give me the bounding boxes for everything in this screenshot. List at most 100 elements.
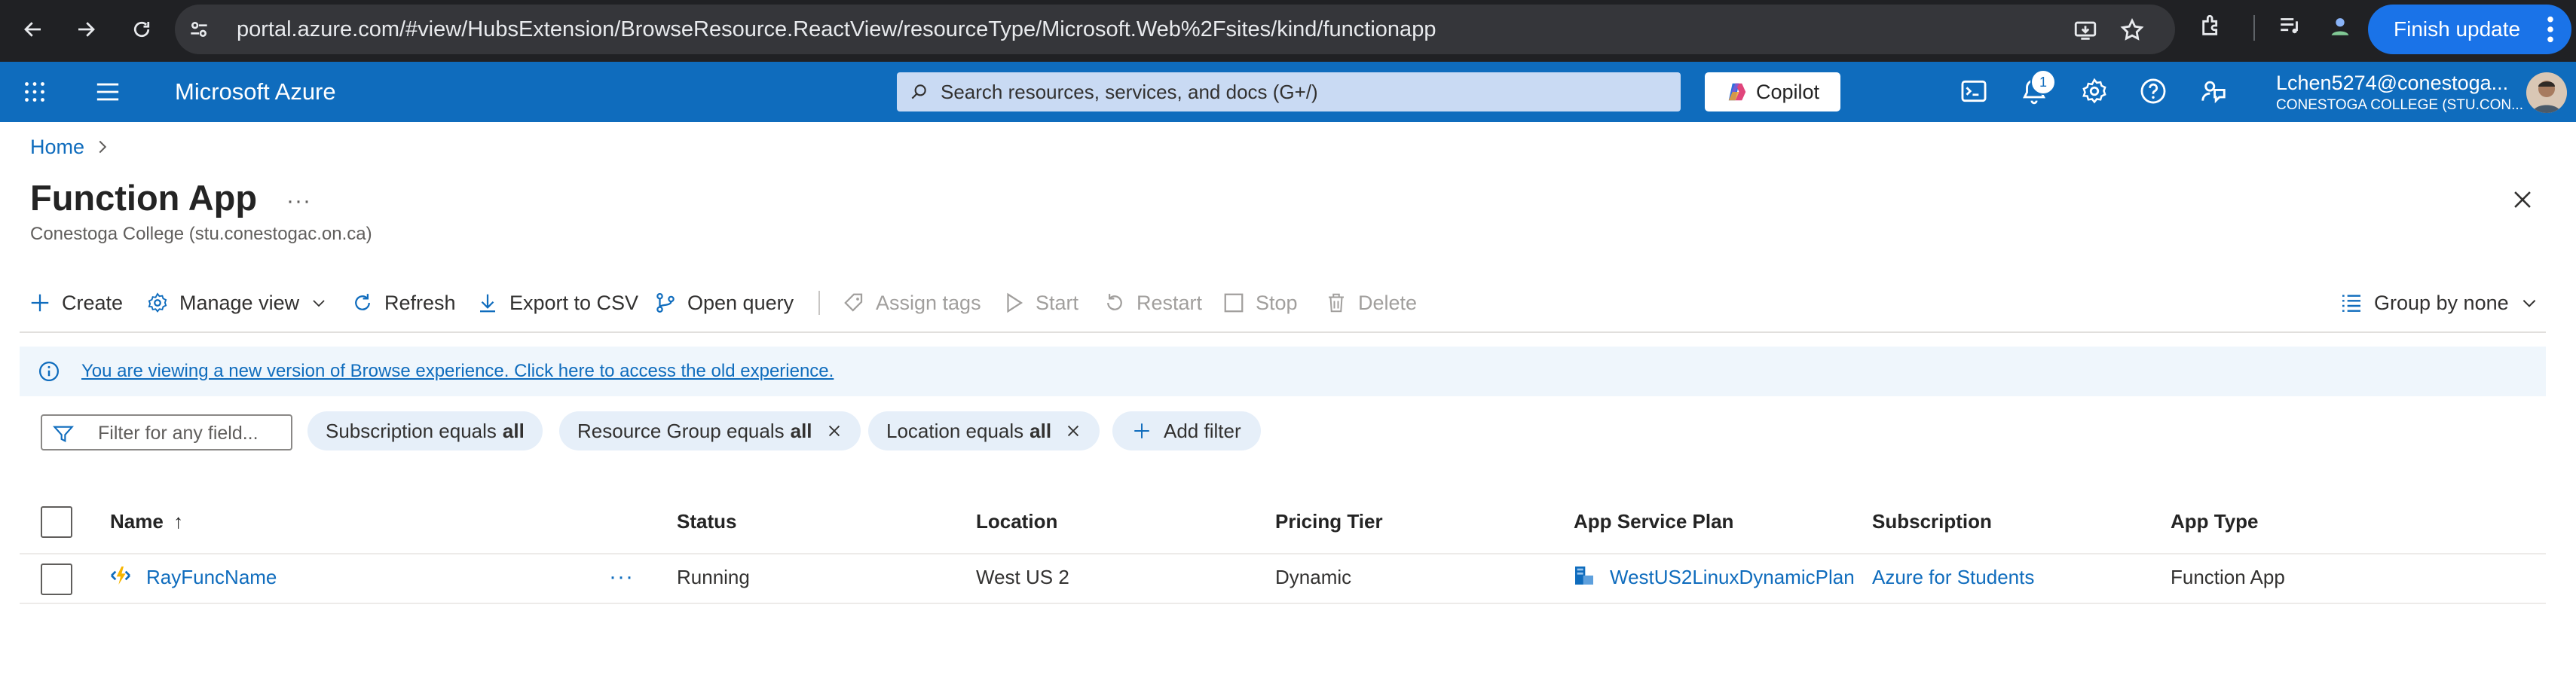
select-all-checkbox[interactable] <box>41 506 72 538</box>
location-filter-pill[interactable]: Location equals all <box>868 411 1100 450</box>
toolbar-divider <box>20 331 2546 333</box>
resource-group-filter-pill[interactable]: Resource Group equals all <box>559 411 861 450</box>
brand-title[interactable]: Microsoft Azure <box>175 77 336 107</box>
subscription-filter-pill[interactable]: Subscription equals all <box>307 411 543 450</box>
row-more-options-icon[interactable]: ··· <box>609 563 634 591</box>
row-pricing-tier: Dynamic <box>1275 566 1352 588</box>
add-filter-button[interactable]: Add filter <box>1112 411 1261 450</box>
manage-view-button[interactable]: Manage view <box>146 286 328 319</box>
create-label: Create <box>62 291 124 314</box>
column-header-subscription[interactable]: Subscription <box>1872 508 1992 535</box>
stop-button[interactable]: Stop <box>1222 286 1298 319</box>
refresh-button[interactable]: Refresh <box>351 286 456 319</box>
row-select-checkbox[interactable] <box>41 563 72 595</box>
cloud-shell-icon[interactable] <box>1960 77 1988 105</box>
search-placeholder: Search resources, services, and docs (G+… <box>941 81 1318 103</box>
filter-placeholder: Filter for any field... <box>98 423 259 444</box>
copilot-button[interactable]: Copilot <box>1705 72 1840 111</box>
bookmark-star-icon[interactable] <box>2119 17 2145 43</box>
address-bar[interactable]: portal.azure.com/#view/HubsExtension/Bro… <box>175 5 2175 54</box>
column-header-pricing-tier[interactable]: Pricing Tier <box>1275 508 1383 535</box>
export-csv-button[interactable]: Export to CSV <box>476 286 638 319</box>
extensions-icon[interactable] <box>2199 13 2225 38</box>
media-queue-icon[interactable] <box>2278 13 2303 38</box>
group-by-label: Group by none <box>2374 291 2509 314</box>
stop-label: Stop <box>1256 291 1298 314</box>
row-app-type: Function App <box>2171 566 2285 588</box>
row-status: Running <box>677 566 750 588</box>
assign-tags-label: Assign tags <box>876 291 981 314</box>
account-email[interactable]: Lchen5274@conestoga... <box>2276 71 2508 95</box>
profile-incognito-icon[interactable] <box>2327 13 2353 38</box>
manage-view-label: Manage view <box>179 291 300 314</box>
tag-icon <box>843 292 865 314</box>
portal-menu-icon[interactable] <box>95 81 121 103</box>
row-name-link[interactable]: RayFuncName <box>146 563 277 591</box>
notification-count-badge: 1 <box>2030 69 2056 95</box>
more-vert-icon[interactable] <box>2546 15 2555 44</box>
delete-button[interactable]: Delete <box>1325 286 1417 319</box>
azure-top-bar: Microsoft Azure Search resources, servic… <box>0 62 2576 122</box>
chevron-down-icon <box>310 294 328 312</box>
more-options-icon[interactable]: ··· <box>286 188 311 214</box>
forward-icon[interactable] <box>68 11 104 47</box>
page-title: Function App <box>30 178 258 218</box>
page-subtitle: Conestoga College (stu.conestogac.on.ca) <box>30 224 372 244</box>
subscription-filter-prefix: Subscription equals <box>326 419 497 442</box>
url-text: portal.azure.com/#view/HubsExtension/Bro… <box>237 17 1436 41</box>
copilot-label: Copilot <box>1755 80 1820 103</box>
site-info-icon[interactable] <box>187 17 211 41</box>
column-header-location[interactable]: Location <box>976 508 1057 535</box>
feedback-icon[interactable] <box>2199 77 2228 105</box>
account-directory[interactable]: CONESTOGA COLLEGE (STU.CON... <box>2276 96 2523 115</box>
settings-gear-icon[interactable] <box>2080 77 2109 105</box>
remove-filter-icon[interactable] <box>1065 423 1081 439</box>
group-by-dropdown[interactable]: Group by none <box>2339 286 2539 319</box>
add-filter-label: Add filter <box>1164 419 1241 442</box>
finish-update-button[interactable]: Finish update <box>2368 5 2571 54</box>
search-icon <box>909 82 929 102</box>
install-app-icon[interactable] <box>2073 17 2098 43</box>
plus-icon <box>1132 421 1152 441</box>
assign-tags-button[interactable]: Assign tags <box>843 286 981 319</box>
delete-label: Delete <box>1358 291 1418 314</box>
old-experience-link[interactable]: You are viewing a new version of Browse … <box>81 359 834 384</box>
group-list-icon <box>2339 291 2363 315</box>
close-icon[interactable] <box>2510 187 2535 212</box>
info-icon <box>38 360 60 383</box>
open-query-button[interactable]: Open query <box>654 286 794 319</box>
toolbar-separator <box>818 291 820 315</box>
restart-button[interactable]: Restart <box>1103 286 1202 319</box>
help-question-icon[interactable] <box>2139 77 2168 105</box>
create-button[interactable]: Create <box>29 286 123 319</box>
filter-any-field-input[interactable]: Filter for any field... <box>41 414 292 450</box>
browser-chrome: portal.azure.com/#view/HubsExtension/Bro… <box>0 0 2576 62</box>
row-app-service-plan-link[interactable]: WestUS2LinuxDynamicPlan <box>1610 563 1855 591</box>
function-app-icon <box>109 563 133 588</box>
app-service-plan-icon <box>1572 563 1596 588</box>
back-icon[interactable] <box>15 11 51 47</box>
filter-funnel-icon <box>53 425 74 443</box>
rg-filter-value: all <box>790 419 812 442</box>
breadcrumb-home-link[interactable]: Home <box>30 134 84 160</box>
column-header-app-type[interactable]: App Type <box>2171 508 2259 535</box>
gear-icon <box>146 292 169 314</box>
avatar[interactable] <box>2526 72 2567 113</box>
export-csv-label: Export to CSV <box>509 291 639 314</box>
column-header-app-service-plan[interactable]: App Service Plan <box>1574 508 1733 535</box>
column-header-status[interactable]: Status <box>677 508 736 535</box>
column-header-name[interactable]: Name ↑ <box>110 508 183 535</box>
reload-icon[interactable] <box>124 11 160 47</box>
row-subscription-link[interactable]: Azure for Students <box>1872 563 2034 591</box>
global-search-input[interactable]: Search resources, services, and docs (G+… <box>897 72 1681 111</box>
start-button[interactable]: Start <box>1002 286 1078 319</box>
grid-header-row: Name ↑ Status Location Pricing Tier App … <box>0 500 2576 542</box>
subscription-filter-value: all <box>502 419 525 442</box>
chevron-down-icon <box>2519 293 2539 313</box>
app-launcher-icon[interactable] <box>21 78 48 105</box>
play-icon <box>1002 292 1025 314</box>
plus-icon <box>29 292 51 314</box>
remove-filter-icon[interactable] <box>826 423 843 439</box>
info-banner: You are viewing a new version of Browse … <box>20 347 2546 396</box>
row-divider <box>20 603 2546 604</box>
